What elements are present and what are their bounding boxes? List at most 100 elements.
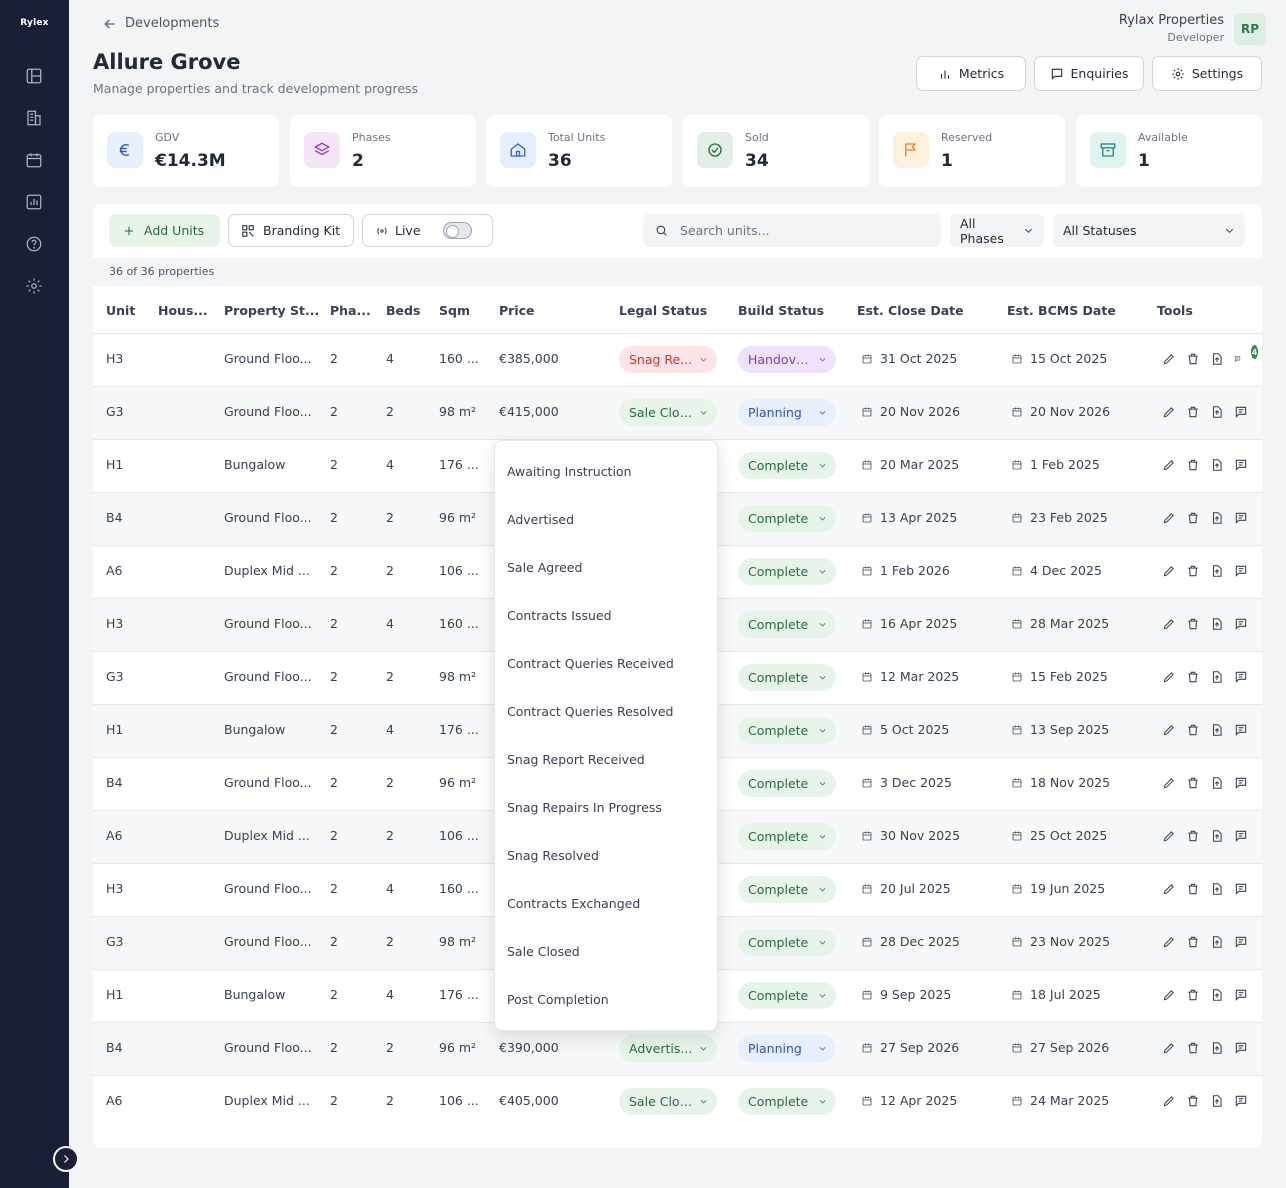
app-logo[interactable]: Rylex xyxy=(0,18,69,28)
build-status-select[interactable]: Complete xyxy=(738,1088,836,1115)
edit-icon[interactable] xyxy=(1162,405,1176,419)
legal-status-option[interactable]: Contract Queries Resolved xyxy=(495,687,717,735)
legal-status-option[interactable]: Post Completion xyxy=(495,975,717,1023)
column-header[interactable]: Est. Close Date xyxy=(857,303,964,318)
edit-icon[interactable] xyxy=(1162,1041,1176,1055)
est-bcms-date[interactable]: 27 Sep 2026 xyxy=(1011,1040,1109,1055)
document-upload-icon[interactable] xyxy=(1210,458,1224,472)
build-status-select[interactable]: Complete xyxy=(738,505,836,532)
settings-gear-icon[interactable] xyxy=(23,275,45,297)
est-bcms-date[interactable]: 18 Nov 2025 xyxy=(1011,775,1110,790)
est-close-date[interactable]: 12 Mar 2025 xyxy=(861,669,959,684)
est-close-date[interactable]: 20 Nov 2026 xyxy=(861,404,960,419)
dashboard-icon[interactable] xyxy=(23,65,45,87)
document-upload-icon[interactable] xyxy=(1210,617,1224,631)
est-bcms-date[interactable]: 15 Feb 2025 xyxy=(1011,669,1108,684)
edit-icon[interactable] xyxy=(1162,617,1176,631)
comment-icon[interactable] xyxy=(1234,988,1248,1002)
document-upload-icon[interactable] xyxy=(1210,564,1224,578)
comment-icon[interactable] xyxy=(1234,723,1248,737)
document-upload-icon[interactable] xyxy=(1210,405,1224,419)
comment-icon[interactable] xyxy=(1234,564,1248,578)
est-close-date[interactable]: 5 Oct 2025 xyxy=(861,722,949,737)
delete-icon[interactable] xyxy=(1186,670,1200,684)
est-close-date[interactable]: 9 Sep 2025 xyxy=(861,987,951,1002)
legal-status-option[interactable]: Advertised xyxy=(495,495,717,543)
table-row[interactable]: H3 Ground Floo... 2 4 160 ... €385,000 Snag Re… xyxy=(93,333,1262,386)
edit-icon[interactable] xyxy=(1162,776,1176,790)
est-close-date[interactable]: 20 Mar 2025 xyxy=(861,457,959,472)
build-status-select[interactable]: Complete xyxy=(738,823,836,850)
build-status-select[interactable]: Complete xyxy=(738,717,836,744)
legal-status-select[interactable]: Snag Re... xyxy=(619,346,717,373)
metrics-button[interactable]: Metrics xyxy=(916,56,1026,91)
status-filter[interactable]: All Statuses xyxy=(1053,214,1245,247)
document-upload-icon[interactable] xyxy=(1210,670,1224,684)
column-header[interactable]: Tools xyxy=(1157,303,1193,318)
est-bcms-date[interactable]: 15 Oct 2025 xyxy=(1011,351,1107,366)
est-close-date[interactable]: 1 Feb 2026 xyxy=(861,563,950,578)
delete-icon[interactable] xyxy=(1186,988,1200,1002)
search-input[interactable] xyxy=(680,223,920,238)
comment-icon[interactable] xyxy=(1234,458,1248,472)
delete-icon[interactable] xyxy=(1186,1041,1200,1055)
est-bcms-date[interactable]: 25 Oct 2025 xyxy=(1011,828,1107,843)
edit-icon[interactable] xyxy=(1162,829,1176,843)
document-upload-icon[interactable] xyxy=(1210,511,1224,525)
edit-icon[interactable] xyxy=(1162,882,1176,896)
delete-icon[interactable] xyxy=(1186,935,1200,949)
legal-status-option[interactable]: Sale Agreed xyxy=(495,543,717,591)
avatar[interactable]: RP xyxy=(1234,13,1266,45)
delete-icon[interactable] xyxy=(1186,352,1200,366)
column-header[interactable]: Beds xyxy=(386,303,420,318)
build-status-select[interactable]: Complete xyxy=(738,876,836,903)
edit-icon[interactable] xyxy=(1162,352,1176,366)
legal-status-option[interactable]: Snag Repairs In Progress xyxy=(495,783,717,831)
reports-icon[interactable] xyxy=(23,191,45,213)
column-header[interactable]: Unit xyxy=(106,303,135,318)
delete-icon[interactable] xyxy=(1186,405,1200,419)
user-info[interactable]: Rylax Properties Developer xyxy=(1119,13,1224,44)
est-bcms-date[interactable]: 4 Dec 2025 xyxy=(1011,563,1102,578)
build-status-select[interactable]: Complete xyxy=(738,770,836,797)
delete-icon[interactable] xyxy=(1186,882,1200,896)
edit-icon[interactable] xyxy=(1162,1094,1176,1108)
delete-icon[interactable] xyxy=(1186,564,1200,578)
delete-icon[interactable] xyxy=(1186,1094,1200,1108)
delete-icon[interactable] xyxy=(1186,776,1200,790)
est-bcms-date[interactable]: 20 Nov 2026 xyxy=(1011,404,1110,419)
build-status-select[interactable]: Planning xyxy=(738,399,836,426)
edit-icon[interactable] xyxy=(1162,988,1176,1002)
est-bcms-date[interactable]: 24 Mar 2025 xyxy=(1011,1093,1109,1108)
est-close-date[interactable]: 16 Apr 2025 xyxy=(861,616,957,631)
est-bcms-date[interactable]: 23 Nov 2025 xyxy=(1011,934,1110,949)
build-status-select[interactable]: Planning xyxy=(738,1035,836,1062)
build-status-select[interactable]: Complete xyxy=(738,611,836,638)
document-upload-icon[interactable] xyxy=(1210,1094,1224,1108)
comment-icon[interactable] xyxy=(1234,935,1248,949)
delete-icon[interactable] xyxy=(1186,723,1200,737)
legal-status-option[interactable]: Contracts Exchanged xyxy=(495,879,717,927)
est-close-date[interactable]: 30 Nov 2025 xyxy=(861,828,960,843)
est-bcms-date[interactable]: 1 Feb 2025 xyxy=(1011,457,1100,472)
edit-icon[interactable] xyxy=(1162,564,1176,578)
help-icon[interactable] xyxy=(23,233,45,255)
comment-icon[interactable] xyxy=(1234,776,1248,790)
table-row[interactable]: G3 Ground Floo... 2 2 98 m² €415,000 Sale Clos… xyxy=(93,386,1262,439)
est-bcms-date[interactable]: 23 Feb 2025 xyxy=(1011,510,1108,525)
est-close-date[interactable]: 13 Apr 2025 xyxy=(861,510,957,525)
legal-status-select[interactable]: Sale Clos... xyxy=(619,1088,717,1115)
comment-icon[interactable]: 4 xyxy=(1234,345,1258,366)
edit-icon[interactable] xyxy=(1162,935,1176,949)
build-status-select[interactable]: Complete xyxy=(738,982,836,1009)
delete-icon[interactable] xyxy=(1186,617,1200,631)
column-header[interactable]: Property St... xyxy=(224,303,319,318)
document-upload-icon[interactable] xyxy=(1210,829,1224,843)
est-bcms-date[interactable]: 28 Mar 2025 xyxy=(1011,616,1109,631)
edit-icon[interactable] xyxy=(1162,723,1176,737)
est-close-date[interactable]: 31 Oct 2025 xyxy=(861,351,957,366)
legal-status-option[interactable]: Snag Report Received xyxy=(495,735,717,783)
est-bcms-date[interactable]: 19 Jun 2025 xyxy=(1011,881,1105,896)
column-header[interactable]: Build Status xyxy=(738,303,824,318)
table-row[interactable]: A6 Duplex Mid ... 2 2 106 ... €405,000 Sale Cl… xyxy=(93,1075,1262,1128)
